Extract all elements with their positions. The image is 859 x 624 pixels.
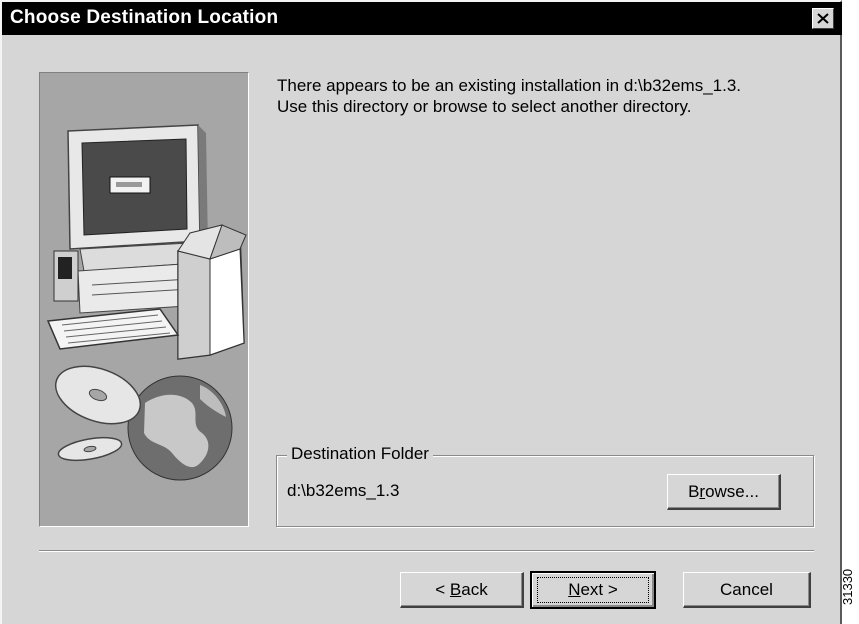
cancel-label: Cancel [720,579,773,599]
figure-number: 31330 [840,568,855,605]
back-button[interactable]: < Back [400,572,524,608]
next-mnemonic: N [568,580,581,599]
message-line-2: Use this directory or browse to select a… [277,97,692,116]
destination-path: d:\b32ems_1.3 [287,481,400,500]
separator-line [39,550,814,552]
destination-folder-label: Destination Folder [287,444,433,464]
install-message: There appears to be an existing installa… [277,75,822,117]
destination-folder-group: Destination Folder d:\b32ems_1.3 Browse.… [276,444,814,527]
window-title: Choose Destination Location [10,7,279,28]
cancel-button[interactable]: Cancel [683,572,811,608]
browse-button[interactable]: Browse... [667,474,781,510]
computer-cd-globe-illustration [46,124,247,481]
setup-illustration [39,72,249,527]
message-line-1: There appears to be an existing installa… [277,76,742,95]
back-mnemonic: B [449,579,462,599]
back-label-part: < [435,579,450,599]
browse-label-rest: owse... [705,481,759,501]
back-label-rest: ack [461,579,488,599]
close-button[interactable] [812,8,834,29]
title-bar[interactable]: Choose Destination Location [2,2,842,35]
browse-label-part: B [688,481,700,501]
next-label-rest: ext > [580,580,618,599]
close-icon [817,13,829,24]
dialog-window: Choose Destination Location There appear… [0,0,842,624]
next-button[interactable]: Next > [530,571,656,609]
